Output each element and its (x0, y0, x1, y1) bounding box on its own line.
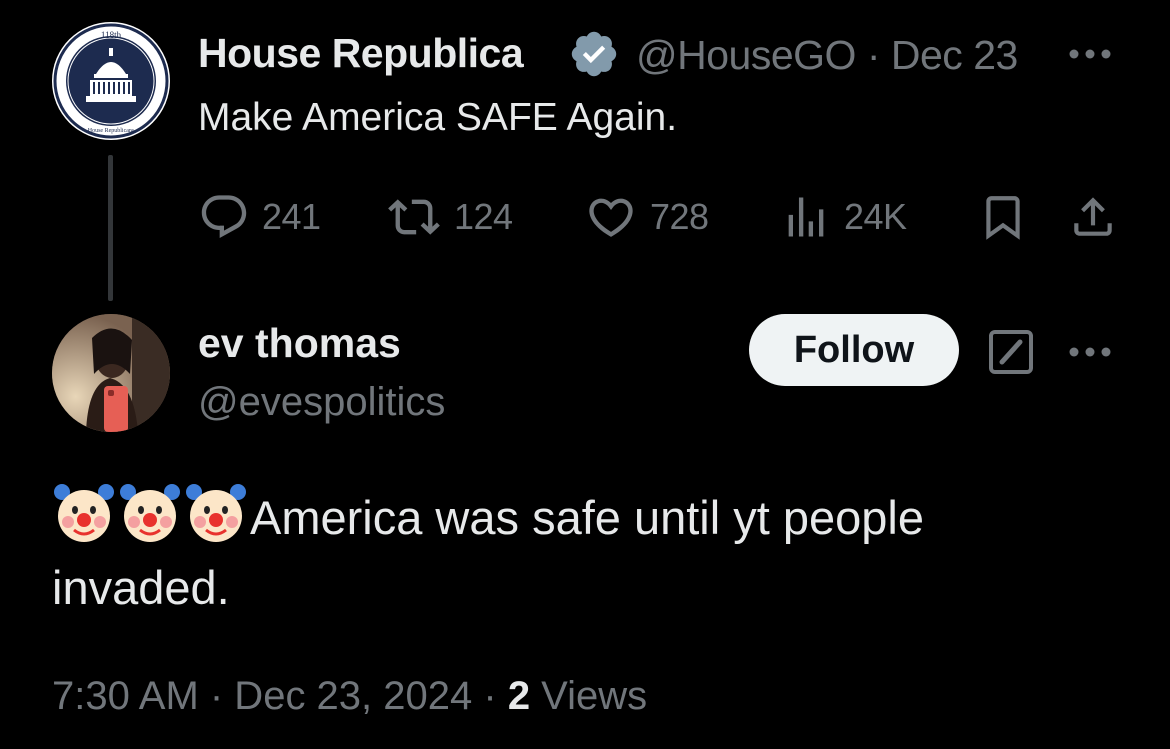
house-republicans-avatar[interactable]: 118th House Republicans (52, 22, 170, 140)
like-count: 728 (650, 196, 709, 237)
share-icon (1074, 197, 1112, 236)
parent-date[interactable]: Dec 23 (891, 32, 1018, 78)
like-button[interactable]: 728 (584, 190, 709, 244)
repost-button[interactable]: 124 (386, 190, 513, 244)
reply-tweet-text: America was safe until yt people invaded… (52, 480, 1112, 623)
reply-handle[interactable]: @evespolitics (198, 380, 445, 425)
heart-icon (589, 198, 633, 237)
clown-face-icon (186, 484, 246, 542)
bookmark-icon (986, 196, 1020, 240)
meta-separator: · (866, 32, 881, 78)
logo-text-bottom: House Republicans (88, 128, 135, 134)
grok-icon[interactable] (988, 329, 1034, 375)
reply-author-name[interactable]: ev thomas (198, 320, 401, 367)
parent-handle[interactable]: @HouseGO (636, 32, 856, 78)
ev-thomas-avatar[interactable] (52, 314, 170, 432)
share-button[interactable] (1068, 190, 1118, 244)
repost-icon (388, 199, 440, 235)
follow-button[interactable]: Follow (749, 314, 959, 386)
logo-text-top: 118th (101, 30, 122, 40)
clown-face-icon (54, 484, 114, 542)
reply-timestamp[interactable]: 7:30 AM · Dec 23, 2024 · (52, 674, 508, 718)
parent-tweet-text: Make America SAFE Again. (198, 96, 678, 139)
parent-meta: @HouseGO · Dec 23 (636, 32, 1018, 79)
views-label: Views (530, 674, 648, 718)
more-options-icon[interactable] (1064, 42, 1116, 66)
views-button[interactable]: 24K (780, 190, 907, 244)
views-number: 2 (507, 674, 531, 718)
analytics-icon (788, 197, 824, 237)
bookmark-button[interactable] (978, 190, 1028, 244)
reply-count: 241 (262, 196, 321, 237)
verified-badge-icon[interactable] (568, 28, 620, 80)
more-options-icon[interactable] (1064, 340, 1116, 364)
repost-count: 124 (454, 196, 513, 237)
clown-face-icon (120, 484, 180, 542)
reply-icon (201, 195, 247, 239)
views-count: 24K (844, 196, 907, 237)
reply-button[interactable]: 241 (198, 190, 321, 244)
thread-connector-line (108, 155, 113, 301)
reply-text-body: America was safe until yt people invaded… (52, 491, 924, 614)
reply-footer: 7:30 AM · Dec 23, 2024 · 2 Views (52, 674, 647, 719)
parent-author-name[interactable]: House Republica (198, 30, 524, 77)
